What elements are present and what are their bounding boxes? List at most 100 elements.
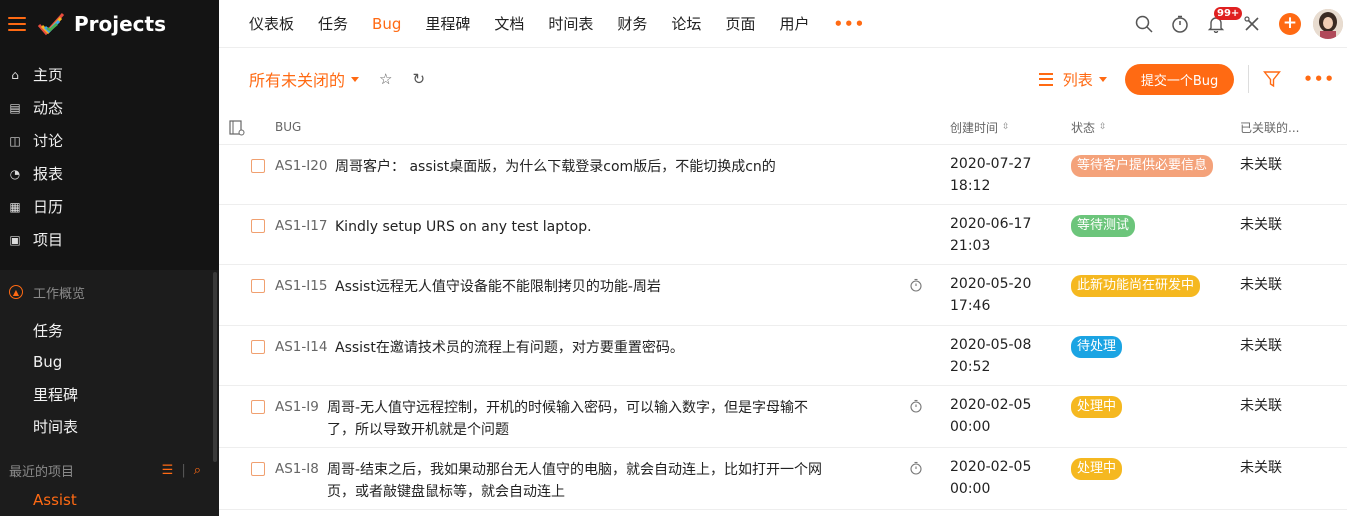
star-icon[interactable]: ☆	[379, 70, 392, 88]
sidebar-item-bug[interactable]: Bug	[0, 346, 219, 378]
sidebar-item-calendar[interactable]: ▦ 日历	[0, 190, 219, 223]
created-datetime: 2020-05-08 20:52	[950, 334, 1031, 378]
column-header-bug[interactable]: BUG	[275, 120, 301, 134]
toolbar-right: 列表 提交一个Bug •••	[1038, 63, 1347, 95]
sidebar: Projects ⌂ 主页 ▤ 动态 ◫ 讨论 ◔ 报表 ▦ 日历 ▣ 项目 ▲…	[0, 0, 219, 516]
user-avatar[interactable]	[1313, 8, 1343, 39]
sidebar-item-label: 项目	[33, 231, 64, 249]
tab-tasks[interactable]: 任务	[318, 13, 348, 34]
row-checkbox[interactable]	[251, 462, 265, 476]
tab-dashboard[interactable]: 仪表板	[249, 13, 294, 34]
table-row[interactable]: AS1-I8 周哥-结束之后，我如果动那台无人值守的电脑，就会自动连上，比如打开一…	[219, 448, 1347, 510]
sort-icon: ⇳	[1099, 122, 1107, 132]
work-overview-header[interactable]: ▲ 工作概览	[0, 270, 219, 314]
chevron-down-icon	[351, 76, 360, 82]
row-checkbox[interactable]	[251, 159, 265, 173]
tab-milestones[interactable]: 里程碑	[425, 13, 470, 34]
top-navigation: 仪表板 任务 Bug 里程碑 文档 时间表 财务 论坛 页面 用户 ••• 99…	[219, 0, 1347, 48]
table-row[interactable]: AS1-I20 周哥客户： assist桌面版，为什么下载登录com版后，不能切换…	[219, 145, 1347, 205]
notification-bell-icon[interactable]: 99+	[1205, 6, 1243, 35]
bug-id: AS1-I15	[275, 278, 328, 294]
view-mode-dropdown[interactable]: 列表	[1038, 69, 1107, 90]
tab-documents[interactable]: 文档	[494, 13, 524, 34]
divider	[1248, 65, 1250, 93]
sidebar-item-label: 讨论	[33, 132, 64, 150]
sidebar-item-home[interactable]: ⌂ 主页	[0, 58, 219, 91]
row-checkbox[interactable]	[251, 279, 265, 293]
home-icon: ⌂	[11, 67, 19, 82]
sidebar-scrollbar[interactable]	[213, 272, 217, 462]
row-checkbox[interactable]	[251, 340, 265, 354]
bug-title[interactable]: Assist远程无人值守设备能不能限制拷贝的功能-周岩	[335, 276, 661, 298]
quick-add-button[interactable]: +	[1279, 12, 1301, 35]
sidebar-item-tasks[interactable]: 任务	[0, 314, 219, 346]
status-badge[interactable]: 处理中	[1071, 458, 1123, 480]
sort-icon: ⇳	[1002, 122, 1010, 132]
sidebar-item-reports[interactable]: ◔ 报表	[0, 157, 219, 190]
status-badge[interactable]: 等待测试	[1071, 215, 1136, 237]
created-datetime: 2020-07-27 18:12	[950, 153, 1031, 197]
tab-timesheet[interactable]: 时间表	[548, 13, 593, 34]
timer-icon[interactable]	[909, 461, 923, 475]
sidebar-item-label: 主页	[33, 66, 64, 84]
bug-id: AS1-I8	[275, 461, 319, 477]
column-settings-icon[interactable]	[229, 120, 245, 139]
sidebar-item-feed[interactable]: ▤ 动态	[0, 91, 219, 124]
column-header-linked[interactable]: 已关联的...	[1240, 119, 1299, 136]
bug-title[interactable]: Assist在邀请技术员的流程上有问题，对方要重置密码。	[335, 337, 684, 359]
sidebar-item-discussion[interactable]: ◫ 讨论	[0, 124, 219, 157]
bug-title-line: 了，所以导致开机就是个问题	[327, 422, 509, 438]
tab-finance[interactable]: 财务	[617, 13, 647, 34]
sidebar-item-label: 日历	[33, 198, 64, 216]
tab-bug[interactable]: Bug	[372, 15, 401, 33]
bug-title[interactable]: 周哥客户： assist桌面版，为什么下载登录com版后，不能切换成cn的	[335, 156, 776, 178]
submit-bug-button[interactable]: 提交一个Bug	[1124, 63, 1235, 95]
tab-users[interactable]: 用户	[779, 13, 809, 34]
row-checkbox[interactable]	[251, 219, 265, 233]
table-row[interactable]: AS1-I17 Kindly setup URS on any test lapt…	[219, 205, 1347, 265]
filter-icon[interactable]	[1263, 70, 1282, 88]
created-date: 2020-05-08	[950, 337, 1032, 353]
status-badge[interactable]: 待处理	[1071, 336, 1123, 358]
row-checkbox[interactable]	[251, 400, 265, 414]
bug-title[interactable]: 周哥-结束之后，我如果动那台无人值守的电脑，就会自动连上，比如打开一个网 页，或者…	[327, 459, 822, 503]
status-badge[interactable]: 处理中	[1071, 396, 1123, 418]
recent-projects-label: 最近的项目	[9, 464, 75, 480]
table-body: AS1-I20 周哥客户： assist桌面版，为什么下载登录com版后，不能切换…	[219, 145, 1347, 510]
view-filter-label: 所有未关闭的	[249, 71, 346, 90]
column-header-created[interactable]: 创建时间 ⇳	[950, 119, 1010, 136]
status-badge[interactable]: 此新功能尚在研发中	[1071, 275, 1201, 297]
bug-title-line: 周哥-结束之后，我如果动那台无人值守的电脑，就会自动连上，比如打开一个网	[327, 462, 823, 478]
hamburger-menu-icon[interactable]	[8, 17, 26, 31]
tab-pages[interactable]: 页面	[725, 13, 755, 34]
table-row[interactable]: AS1-I15 Assist远程无人值守设备能不能限制拷贝的功能-周岩 2020-0…	[219, 265, 1347, 326]
created-time: 00:00	[950, 481, 991, 497]
timer-icon[interactable]	[909, 278, 923, 292]
column-header-status[interactable]: 状态 ⇳	[1071, 119, 1107, 136]
bug-title[interactable]: 周哥-无人值守远程控制，开机的时候输入密码，可以输入数字，但是字母输不 了，所以导…	[327, 397, 808, 441]
timer-icon[interactable]	[909, 399, 923, 413]
created-date: 2020-07-27	[950, 156, 1032, 172]
view-filter-dropdown[interactable]: 所有未关闭的	[249, 67, 360, 91]
more-tabs-button[interactable]: •••	[833, 15, 865, 33]
status-badge[interactable]: 等待客户提供必要信息	[1071, 155, 1214, 177]
refresh-icon[interactable]: ↻	[412, 70, 425, 88]
tab-forum[interactable]: 论坛	[671, 13, 701, 34]
tools-icon[interactable]	[1241, 13, 1263, 35]
recent-project-item[interactable]: Assist	[0, 488, 219, 512]
filter-settings-icon[interactable]: ☰	[162, 463, 174, 478]
stopwatch-icon[interactable]	[1169, 13, 1191, 35]
recent-tools: ☰ | ⌕	[162, 463, 201, 478]
bug-title[interactable]: Kindly setup URS on any test laptop.	[335, 216, 592, 238]
sidebar-item-projects[interactable]: ▣ 项目	[0, 223, 219, 256]
column-header-label: 创建时间	[950, 120, 999, 135]
search-icon[interactable]	[1133, 13, 1155, 35]
work-overview-label: 工作概览	[33, 286, 86, 302]
table-row[interactable]: AS1-I14 Assist在邀请技术员的流程上有问题，对方要重置密码。 2020-…	[219, 326, 1347, 386]
more-options-button[interactable]: •••	[1303, 70, 1335, 88]
column-header-label: 状态	[1071, 120, 1096, 135]
sidebar-item-milestones[interactable]: 里程碑	[0, 378, 219, 410]
sidebar-item-timesheet[interactable]: 时间表	[0, 410, 219, 442]
search-icon[interactable]: ⌕	[194, 463, 201, 478]
table-row[interactable]: AS1-I9 周哥-无人值守远程控制，开机的时候输入密码，可以输入数字，但是字母输…	[219, 386, 1347, 448]
